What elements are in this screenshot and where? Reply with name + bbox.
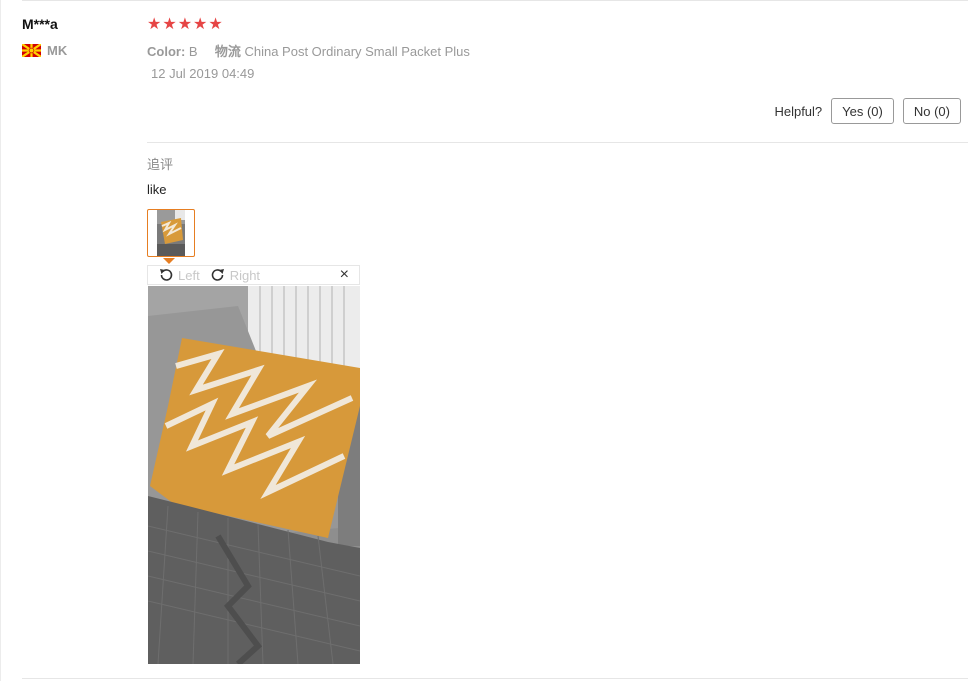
star-icon: ★ xyxy=(147,16,162,33)
helpful-yes-button[interactable]: Yes (0) xyxy=(831,98,894,124)
star-icon: ★ xyxy=(208,16,223,33)
flag-mk-icon xyxy=(22,44,41,57)
review-photo xyxy=(148,286,360,664)
shipping-label: 物流 xyxy=(214,44,241,59)
reviewer-name: M***a xyxy=(22,16,58,32)
rotate-right-label: Right xyxy=(229,267,261,283)
star-icon: ★ xyxy=(193,16,208,33)
photo-thumbnail[interactable] xyxy=(147,209,195,257)
helpful-label: Helpful? xyxy=(774,103,823,119)
close-icon[interactable]: × xyxy=(340,266,349,284)
color-value: B xyxy=(188,44,198,59)
star-icon: ★ xyxy=(162,16,177,33)
rotate-left-button[interactable]: Left xyxy=(158,267,200,283)
rotate-right-icon xyxy=(211,269,224,281)
country-code: MK xyxy=(47,43,68,58)
left-edge-divider xyxy=(0,0,1,681)
star-icon: ★ xyxy=(177,16,193,33)
color-label: Color: xyxy=(147,44,186,59)
review-date: 12 Jul 2019 04:49 xyxy=(151,66,255,81)
thumbnail-pointer xyxy=(163,258,175,264)
order-info: Color: B 物流 China Post Ordinary Small Pa… xyxy=(147,41,470,60)
bottom-divider xyxy=(22,678,968,679)
followup-text: like xyxy=(147,182,167,197)
image-viewer-toolbar: Left Right × xyxy=(147,265,360,285)
rotate-left-label: Left xyxy=(178,267,200,283)
section-divider xyxy=(147,142,968,143)
helpful-vote: Helpful? Yes (0) No (0) xyxy=(774,98,961,124)
shipping-value: China Post Ordinary Small Packet Plus xyxy=(244,44,470,59)
rating-stars: ★ ★ ★ ★ ★ xyxy=(147,16,223,34)
followup-label: 追评 xyxy=(147,157,174,172)
reviewer-country: MK xyxy=(22,43,67,58)
thumbnail-image xyxy=(157,210,185,256)
helpful-no-button[interactable]: No (0) xyxy=(902,98,961,124)
rotate-left-icon xyxy=(160,269,173,281)
top-divider xyxy=(22,0,968,1)
rotate-right-button[interactable]: Right xyxy=(210,267,260,283)
